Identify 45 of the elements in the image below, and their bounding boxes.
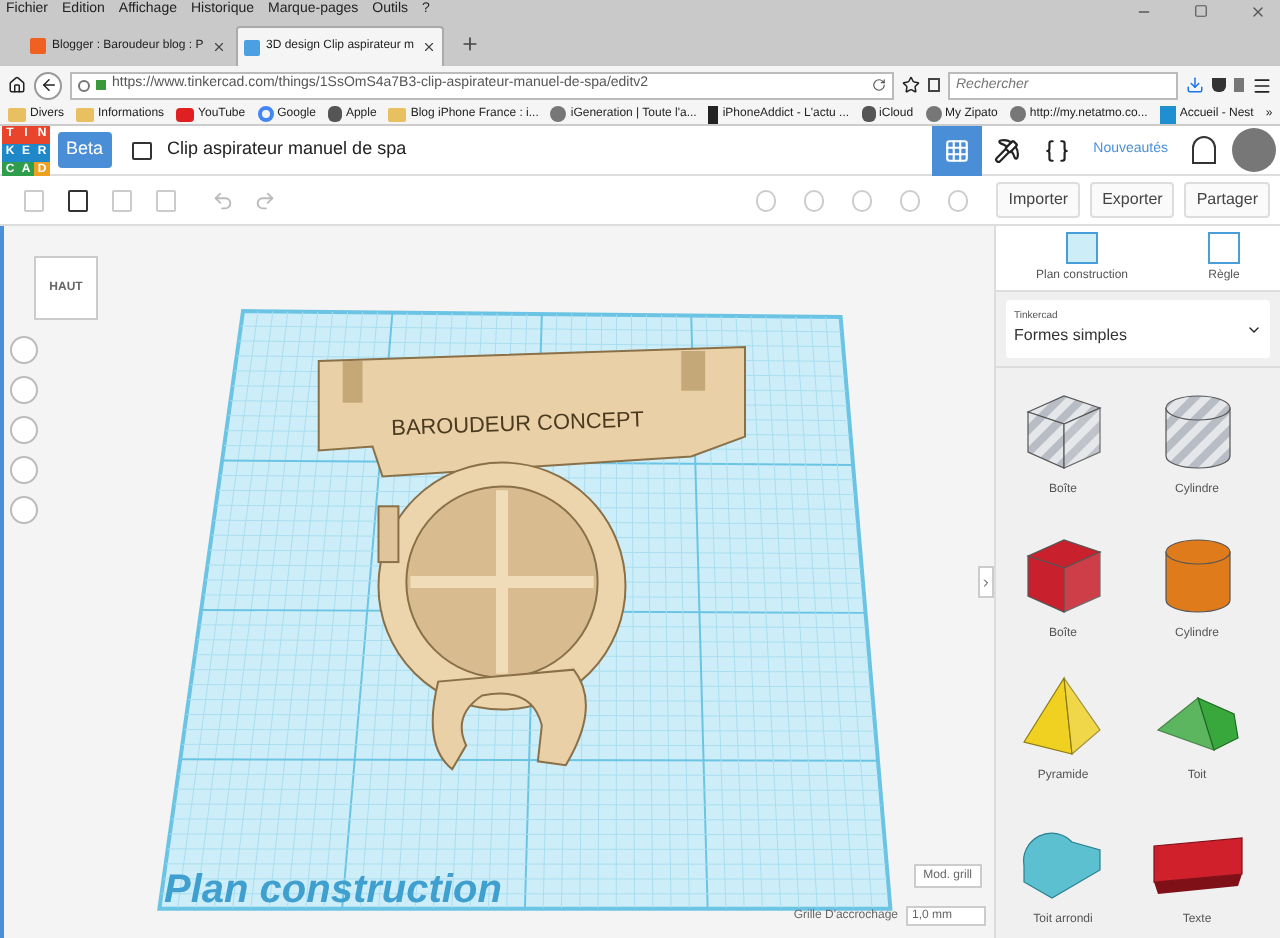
- folder-icon: [76, 107, 95, 121]
- collapse-panel-button[interactable]: [978, 566, 994, 598]
- avatar[interactable]: [1232, 128, 1276, 172]
- reload-icon[interactable]: [872, 78, 886, 92]
- fit-button[interactable]: [10, 376, 38, 404]
- beta-badge: Beta: [58, 132, 112, 168]
- clip-model-drawing[interactable]: BAROUDEUR CONCEPT: [317, 345, 746, 771]
- workplane-icon: [1066, 232, 1098, 264]
- phone-icon: [708, 105, 719, 123]
- star-icon[interactable]: [902, 76, 920, 94]
- maximize-icon[interactable]: [1194, 4, 1208, 18]
- undo-icon[interactable]: [212, 189, 234, 211]
- folder-icon: [8, 107, 26, 121]
- globe-icon: [1009, 106, 1026, 122]
- design-title: Clip aspirateur manuel de spa: [167, 136, 407, 163]
- perspective-button[interactable]: [10, 496, 38, 524]
- back-button[interactable]: [34, 71, 62, 99]
- folder-icon: [388, 107, 407, 121]
- globe-icon: [925, 106, 942, 122]
- chevron-right-icon: [980, 575, 992, 589]
- toolbar-button[interactable]: Exporter: [1090, 182, 1175, 218]
- back-arrow-icon: [39, 76, 57, 94]
- zoom-in-button[interactable]: [10, 416, 38, 444]
- zoom-out-button[interactable]: [10, 456, 38, 484]
- favicon-icon: [30, 38, 46, 54]
- play-icon: [176, 107, 195, 121]
- grid-icon: [943, 137, 970, 163]
- close-icon[interactable]: [212, 39, 226, 53]
- favicon-icon: [244, 39, 260, 55]
- globe-icon: [550, 106, 567, 122]
- toolbar-button[interactable]: Importer: [996, 182, 1081, 218]
- shield-icon[interactable]: [1212, 78, 1226, 92]
- braces-icon: [1043, 137, 1070, 163]
- info-icon: [78, 79, 90, 91]
- menu-icon[interactable]: [1252, 75, 1272, 95]
- close-icon[interactable]: [422, 40, 436, 54]
- new-tab-icon[interactable]: [460, 34, 480, 54]
- home-button[interactable]: [10, 336, 38, 364]
- redo-icon[interactable]: [254, 189, 276, 211]
- toolbar-button[interactable]: Partager: [1184, 182, 1270, 218]
- download-icon[interactable]: [1186, 76, 1204, 94]
- close-icon[interactable]: [1250, 3, 1266, 19]
- home-icon[interactable]: [8, 76, 26, 94]
- library-value: Formes simples: [1014, 324, 1127, 349]
- pickaxe-icon: [993, 137, 1020, 163]
